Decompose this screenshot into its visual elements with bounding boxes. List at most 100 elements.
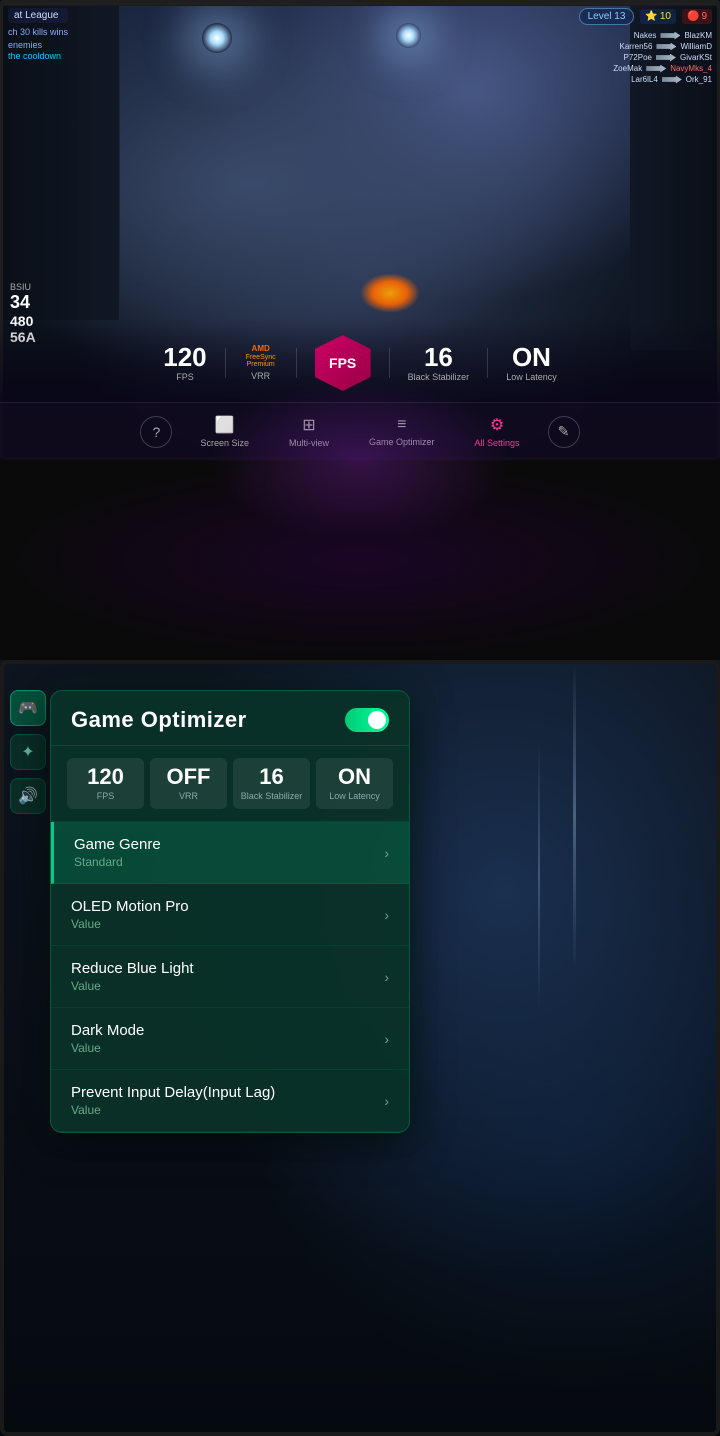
bottom-game-section: 🎮 ✦ 🔊 Game Optimizer 120 FPS OFF VRR 16 … <box>0 660 720 1436</box>
middle-section <box>0 460 720 660</box>
screen-size-label: Screen Size <box>200 438 249 448</box>
panel-stat-vrr: OFF VRR <box>150 758 227 809</box>
gun-icon <box>646 65 666 73</box>
score-red-badge: 🔴 9 <box>682 9 712 24</box>
player-row: P72Poe GivarKSt <box>579 53 712 62</box>
menu-item-input-lag-title: Prevent Input Delay(Input Lag) <box>71 1084 275 1101</box>
panel-stat-latency: ON Low Latency <box>316 758 393 809</box>
menu-item-input-lag-value: Value <box>71 1103 275 1117</box>
black-stab-value: 16 <box>424 344 453 370</box>
kill-info-2: enemies <box>8 39 68 52</box>
latency-stat: ON Low Latency <box>488 338 575 388</box>
waterfall-1 <box>573 660 576 970</box>
player-name: GivarKSt <box>680 53 712 62</box>
menu-item-oled-motion[interactable]: OLED Motion Pro Value › <box>51 884 409 946</box>
top-game-section: at League ch 30 kills wins enemies the c… <box>0 0 720 460</box>
freesync-stat: AMD FreeSync Premium VRR <box>226 339 296 387</box>
toggle-switch[interactable] <box>345 708 389 732</box>
black-stab-label: Black Stabilizer <box>408 372 470 382</box>
panel-vrr-label: VRR <box>179 791 198 801</box>
menu-item-game-genre-value: Standard <box>74 855 161 869</box>
fps-label: FPS <box>176 372 194 382</box>
game-mode-label: at League <box>8 8 68 23</box>
panel-latency-label: Low Latency <box>329 791 380 801</box>
panel-vrr-value: OFF <box>167 766 211 788</box>
all-settings-button[interactable]: ⚙ All Settings <box>455 411 540 452</box>
player-name: BlazKM <box>684 31 712 40</box>
menu-item-reduce-blue-light-value: Value <box>71 979 194 993</box>
menu-item-dark-mode-title: Dark Mode <box>71 1022 144 1039</box>
menu-item-oled-motion-left: OLED Motion Pro Value <box>71 898 189 931</box>
sidebar-brightness-icon[interactable]: ✦ <box>10 734 46 770</box>
sidebar-volume-icon[interactable]: 🔊 <box>10 778 46 814</box>
vrr-label: VRR <box>251 371 270 381</box>
panel-fps-label: FPS <box>97 791 115 801</box>
latency-label: Low Latency <box>506 372 557 382</box>
player-name: Karren56 <box>620 42 653 51</box>
panel-menu: Game Genre Standard › OLED Motion Pro Va… <box>51 822 409 1132</box>
sliders-icon: ≡ <box>397 416 406 434</box>
player-name: Ork_91 <box>686 75 712 84</box>
cooldown-label: the cooldown <box>8 51 68 61</box>
kill-info-1: ch 30 kills wins <box>8 26 68 39</box>
hud-top-right: Level 13 ⭐ 10 🔴 9 Nakes BlazKM Karren56 … <box>579 8 712 86</box>
menu-item-reduce-blue-light[interactable]: Reduce Blue Light Value › <box>51 946 409 1008</box>
menu-bar: ? ⬜ Screen Size ⊞ Multi-view ≡ Game Opti… <box>0 402 720 460</box>
gun-icon <box>656 43 676 51</box>
menu-item-reduce-blue-light-title: Reduce Blue Light <box>71 960 194 977</box>
black-stab-stat: 16 Black Stabilizer <box>390 338 488 388</box>
freesync-amd: AMD FreeSync Premium <box>246 345 276 369</box>
level-row: Level 13 ⭐ 10 🔴 9 <box>579 8 712 25</box>
menu-item-input-lag-left: Prevent Input Delay(Input Lag) Value <box>71 1084 275 1117</box>
fps-hex-label: FPS <box>329 355 356 371</box>
fps-value: 120 <box>163 344 206 370</box>
game-optimizer-button[interactable]: ≡ Game Optimizer <box>349 412 455 451</box>
menu-item-dark-mode-left: Dark Mode Value <box>71 1022 144 1055</box>
screen-size-icon: ⬜ <box>215 415 235 435</box>
optimizer-sidebar: 🎮 ✦ 🔊 <box>10 690 46 814</box>
edit-button[interactable]: ✎ <box>548 416 580 448</box>
menu-item-game-genre[interactable]: Game Genre Standard › <box>51 822 409 884</box>
help-button[interactable]: ? <box>140 416 172 448</box>
center-fps-stat: FPS <box>297 329 389 397</box>
menu-item-game-genre-left: Game Genre Standard <box>74 836 161 869</box>
multiview-button[interactable]: ⊞ Multi-view <box>269 411 349 452</box>
latency-value: ON <box>512 344 551 370</box>
optimizer-panel: Game Optimizer 120 FPS OFF VRR 16 Black … <box>50 690 410 1133</box>
game-hud: at League ch 30 kills wins enemies the c… <box>0 0 720 460</box>
menu-item-reduce-blue-light-left: Reduce Blue Light Value <box>71 960 194 993</box>
panel-stat-fps: 120 FPS <box>67 758 144 809</box>
menu-item-oled-motion-title: OLED Motion Pro <box>71 898 189 915</box>
stats-bar: 120 FPS AMD FreeSync Premium VRR FPS <box>0 319 720 402</box>
player-row: Lar6lL4 Ork_91 <box>579 75 712 84</box>
panel-header: Game Optimizer <box>51 691 409 746</box>
score-blue-badge: ⭐ 10 <box>640 9 676 24</box>
player-name: ZoeMak <box>613 64 642 73</box>
menu-item-dark-mode[interactable]: Dark Mode Value › <box>51 1008 409 1070</box>
menu-item-dark-mode-value: Value <box>71 1041 144 1055</box>
fps-hex-badge: FPS <box>315 335 371 391</box>
sidebar-gamepad-icon[interactable]: 🎮 <box>10 690 46 726</box>
multiview-label: Multi-view <box>289 438 329 448</box>
chevron-right-icon: › <box>384 907 389 923</box>
gun-icon <box>660 32 680 40</box>
menu-item-oled-motion-value: Value <box>71 917 189 931</box>
chevron-right-icon: › <box>384 1093 389 1109</box>
player-name: Nakes <box>634 31 657 40</box>
player-name: WilliamD <box>680 42 712 51</box>
panel-black-stab-label: Black Stabilizer <box>241 791 303 801</box>
toggle-knob <box>368 711 386 729</box>
gun-icon <box>656 54 676 62</box>
gear-icon: ⚙ <box>490 415 504 435</box>
player-name: P72Poe <box>624 53 652 62</box>
player-row: Nakes BlazKM <box>579 31 712 40</box>
panel-fps-value: 120 <box>87 766 124 788</box>
panel-latency-value: ON <box>338 766 371 788</box>
screen-size-button[interactable]: ⬜ Screen Size <box>180 411 269 452</box>
menu-item-input-lag[interactable]: Prevent Input Delay(Input Lag) Value › <box>51 1070 409 1132</box>
chevron-right-icon: › <box>384 1031 389 1047</box>
chevron-right-icon: › <box>384 969 389 985</box>
multiview-icon: ⊞ <box>302 415 315 435</box>
player-list: Nakes BlazKM Karren56 WilliamD P72Poe Gi… <box>579 31 712 84</box>
fps-stat: 120 FPS <box>145 338 224 388</box>
